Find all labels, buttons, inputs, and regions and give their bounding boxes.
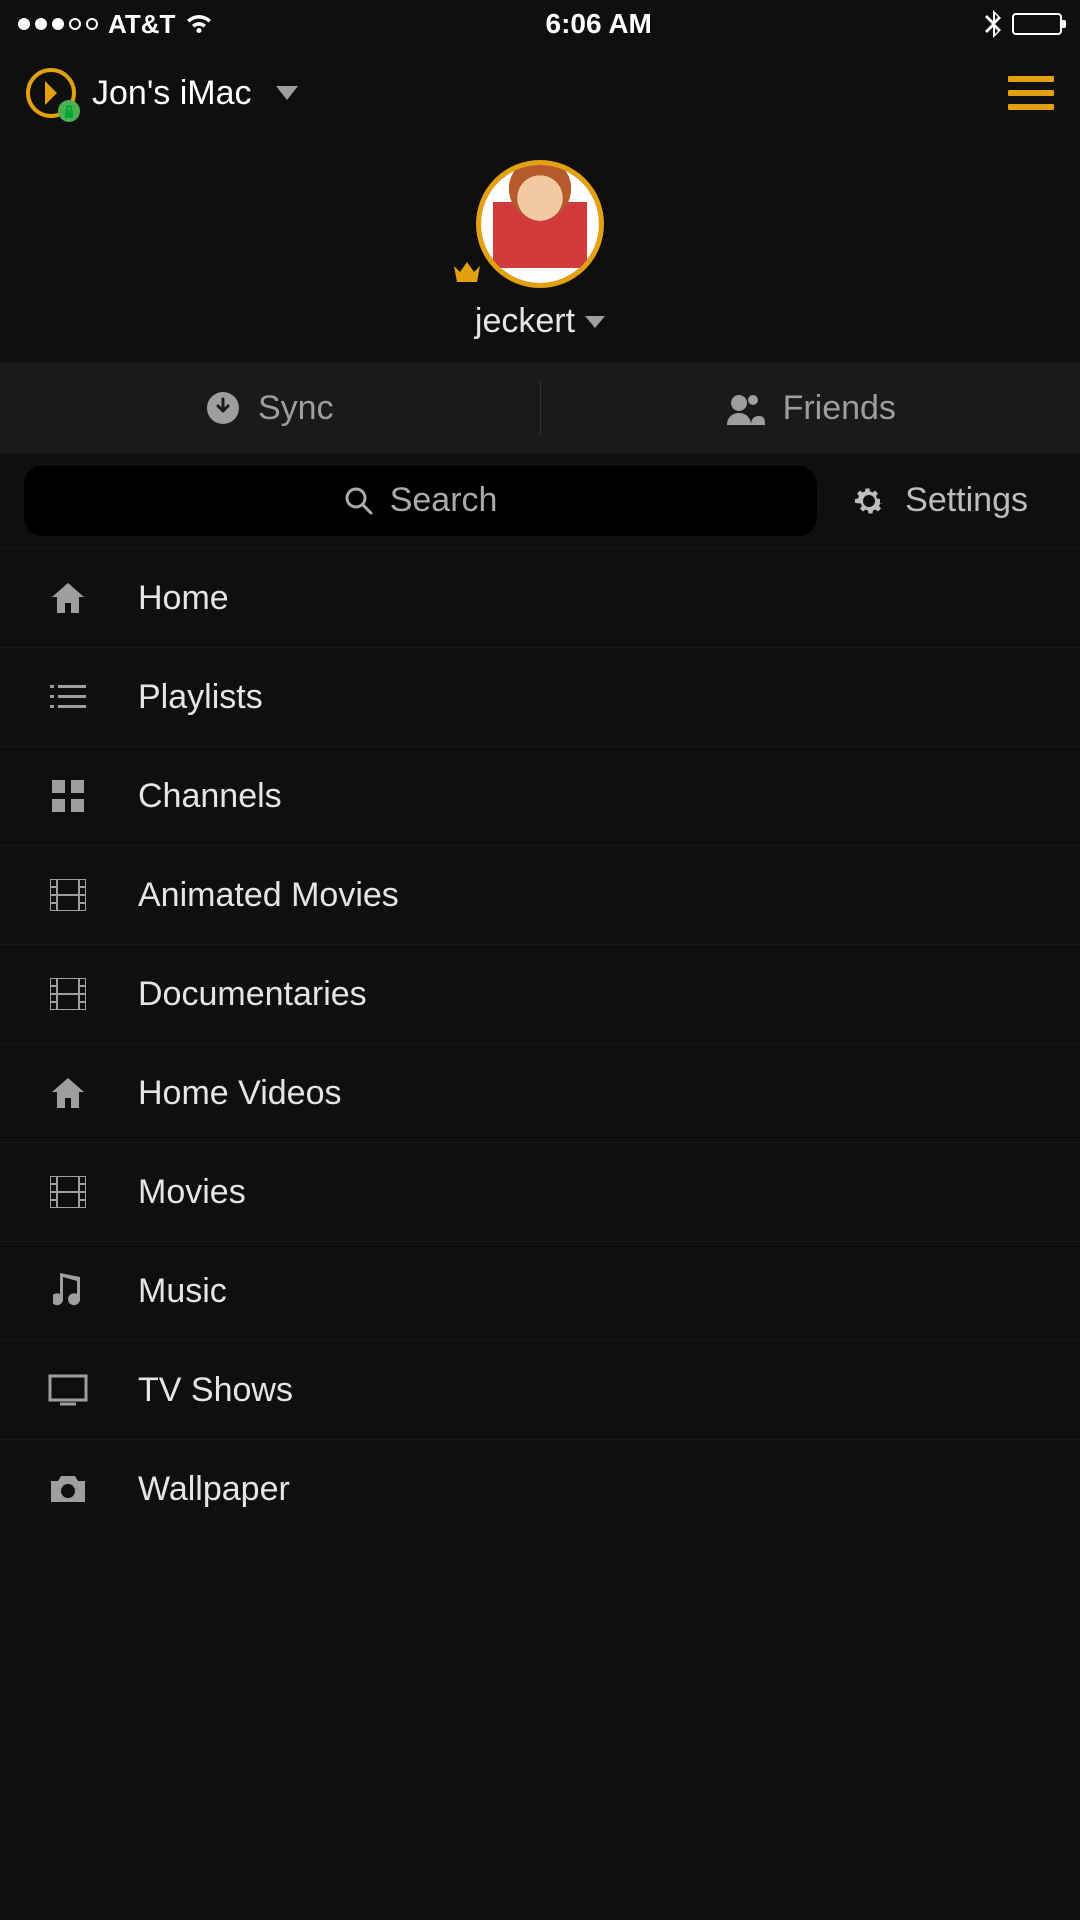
- nav-item-wallpaper[interactable]: Wallpaper: [0, 1439, 1080, 1538]
- nav-item-label: Animated Movies: [138, 876, 399, 915]
- film-icon: [48, 879, 88, 911]
- signal-strength-icon: [18, 18, 98, 30]
- nav-item-documentaries[interactable]: Documentaries: [0, 944, 1080, 1043]
- settings-button[interactable]: Settings: [851, 481, 1056, 520]
- utility-row: Search Settings: [0, 453, 1080, 548]
- nav-item-label: Home: [138, 579, 229, 618]
- grid-icon: [48, 780, 88, 812]
- username-label: jeckert: [475, 302, 575, 341]
- chevron-down-icon: [585, 316, 605, 328]
- search-icon: [344, 486, 374, 516]
- status-left: AT&T: [18, 9, 213, 40]
- search-placeholder: Search: [390, 481, 498, 520]
- sync-label: Sync: [258, 389, 334, 428]
- status-bar: AT&T 6:06 AM: [0, 0, 1080, 48]
- nav-item-label: TV Shows: [138, 1371, 293, 1410]
- nav-item-home-videos[interactable]: Home Videos: [0, 1043, 1080, 1142]
- nav-item-label: Wallpaper: [138, 1470, 290, 1509]
- nav-item-tv-shows[interactable]: TV Shows: [0, 1340, 1080, 1439]
- nav-list: Home Playlists Channels Animated Movies …: [0, 548, 1080, 1538]
- menu-button[interactable]: [1008, 76, 1054, 110]
- sync-button[interactable]: Sync: [0, 363, 540, 453]
- friends-label: Friends: [783, 389, 896, 428]
- music-icon: [48, 1273, 88, 1309]
- nav-item-channels[interactable]: Channels: [0, 746, 1080, 845]
- search-input[interactable]: Search: [24, 466, 817, 536]
- nav-item-home[interactable]: Home: [0, 548, 1080, 647]
- server-picker[interactable]: Jon's iMac: [26, 68, 298, 118]
- list-icon: [48, 683, 88, 711]
- tv-icon: [48, 1374, 88, 1406]
- nav-item-animated-movies[interactable]: Animated Movies: [0, 845, 1080, 944]
- gear-icon: [851, 483, 887, 519]
- avatar[interactable]: [476, 160, 604, 288]
- status-right: [984, 10, 1062, 38]
- nav-item-label: Home Videos: [138, 1074, 342, 1113]
- nav-item-label: Documentaries: [138, 975, 367, 1014]
- chevron-down-icon: [276, 86, 298, 100]
- settings-label: Settings: [905, 481, 1028, 520]
- carrier-label: AT&T: [108, 9, 175, 40]
- battery-icon: [1012, 13, 1062, 35]
- avatar-image: [481, 165, 599, 283]
- nav-item-music[interactable]: Music: [0, 1241, 1080, 1340]
- clock: 6:06 AM: [546, 8, 652, 40]
- film-icon: [48, 1176, 88, 1208]
- home-icon: [48, 1076, 88, 1110]
- profile-section: jeckert: [0, 138, 1080, 363]
- lock-icon: [58, 100, 80, 122]
- nav-item-label: Channels: [138, 777, 282, 816]
- plex-logo-icon: [26, 68, 76, 118]
- action-bar: Sync Friends: [0, 363, 1080, 453]
- nav-item-label: Movies: [138, 1173, 246, 1212]
- nav-item-label: Music: [138, 1272, 227, 1311]
- nav-item-movies[interactable]: Movies: [0, 1142, 1080, 1241]
- bluetooth-icon: [984, 10, 1002, 38]
- top-header: Jon's iMac: [0, 48, 1080, 138]
- friends-icon: [725, 391, 765, 425]
- nav-item-playlists[interactable]: Playlists: [0, 647, 1080, 746]
- camera-icon: [48, 1474, 88, 1504]
- user-picker[interactable]: jeckert: [475, 302, 605, 341]
- friends-button[interactable]: Friends: [541, 363, 1080, 453]
- crown-icon: [450, 256, 484, 290]
- home-icon: [48, 581, 88, 615]
- nav-item-label: Playlists: [138, 678, 263, 717]
- server-name-label: Jon's iMac: [92, 74, 252, 113]
- film-icon: [48, 978, 88, 1010]
- wifi-icon: [185, 13, 213, 35]
- sync-icon: [206, 391, 240, 425]
